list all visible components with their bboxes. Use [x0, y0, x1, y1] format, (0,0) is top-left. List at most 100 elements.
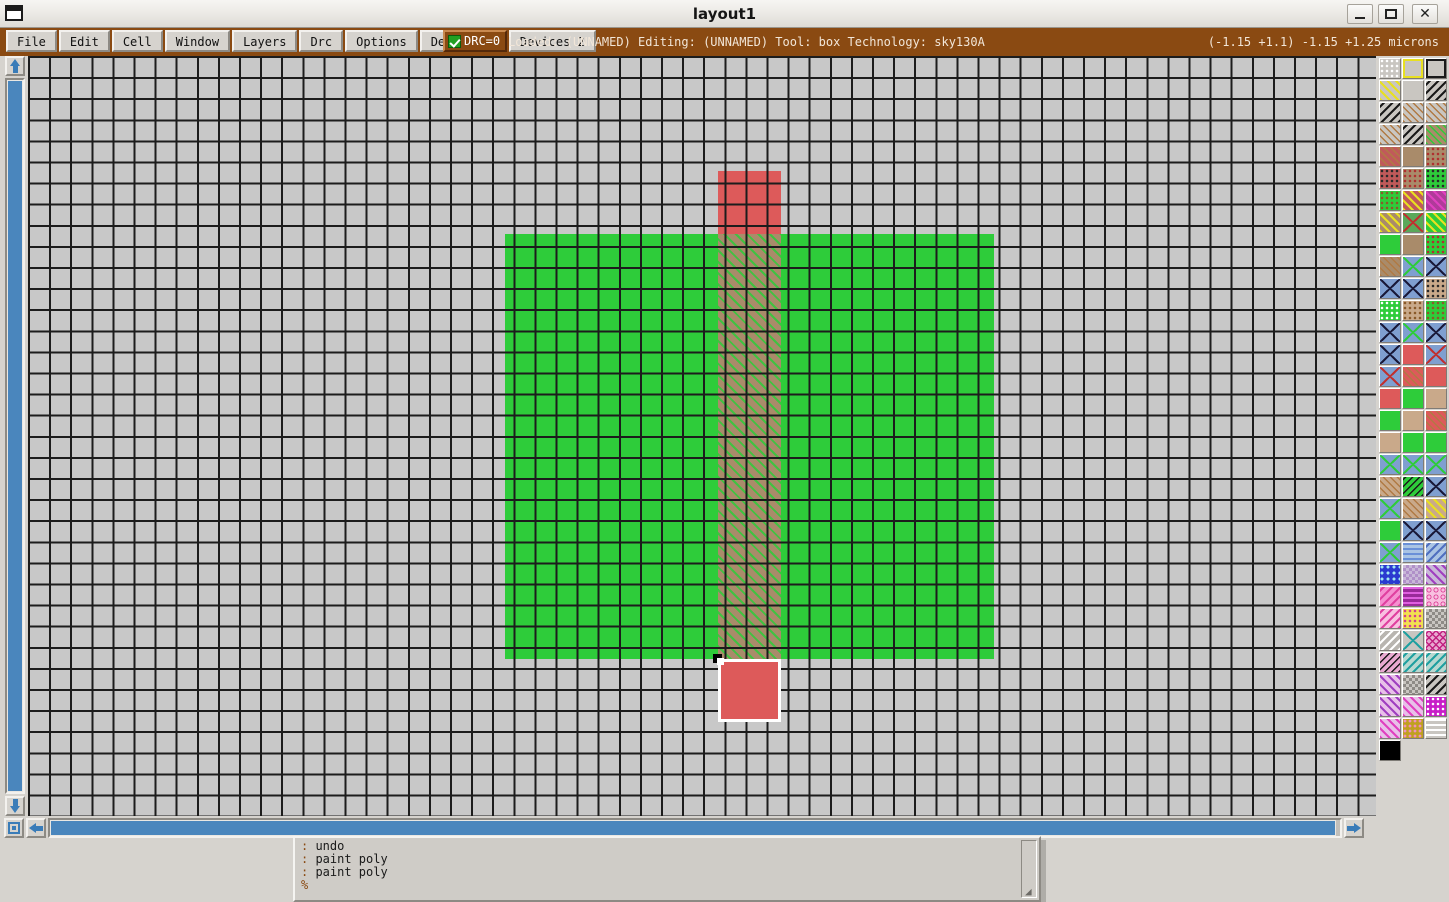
- layer-swatch-31[interactable]: [1402, 278, 1424, 299]
- layer-swatch-3[interactable]: [1379, 80, 1401, 101]
- layer-swatch-9[interactable]: [1379, 124, 1401, 145]
- tkcon-console-window[interactable]: : undo: paint poly: paint poly% ◢: [293, 836, 1041, 902]
- resize-grip-icon[interactable]: ◢: [1025, 886, 1037, 898]
- layer-swatch-93[interactable]: [1379, 740, 1401, 761]
- layer-swatch-40[interactable]: [1402, 344, 1424, 365]
- layer-swatch-50[interactable]: [1425, 410, 1447, 431]
- layer-swatch-87[interactable]: [1379, 696, 1401, 717]
- vertical-scroll-track[interactable]: [5, 78, 25, 794]
- layer-swatch-44[interactable]: [1425, 366, 1447, 387]
- layer-swatch-52[interactable]: [1402, 432, 1424, 453]
- layer-swatch-35[interactable]: [1425, 300, 1447, 321]
- layer-swatch-20[interactable]: [1425, 190, 1447, 211]
- layer-swatch-10[interactable]: [1402, 124, 1424, 145]
- layer-swatch-41[interactable]: [1425, 344, 1447, 365]
- poly-contact-top-shape[interactable]: [718, 171, 781, 234]
- layer-swatch-78[interactable]: [1379, 630, 1401, 651]
- layer-swatch-84[interactable]: [1379, 674, 1401, 695]
- layer-swatch-56[interactable]: [1425, 454, 1447, 475]
- layer-swatch-27[interactable]: [1379, 256, 1401, 277]
- view-home-button[interactable]: [4, 818, 24, 838]
- layer-swatch-22[interactable]: [1402, 212, 1424, 233]
- layer-swatch-18[interactable]: [1379, 190, 1401, 211]
- layer-swatch-92[interactable]: [1425, 718, 1447, 739]
- layer-swatch-25[interactable]: [1402, 234, 1424, 255]
- drc-status-toggle[interactable]: DRC=0: [443, 30, 508, 52]
- layer-swatch-48[interactable]: [1379, 410, 1401, 431]
- layer-swatch-55[interactable]: [1402, 454, 1424, 475]
- layer-swatch-14[interactable]: [1425, 146, 1447, 167]
- layer-swatch-17[interactable]: [1425, 168, 1447, 189]
- layer-swatch-33[interactable]: [1379, 300, 1401, 321]
- layer-swatch-82[interactable]: [1402, 652, 1424, 673]
- layer-swatch-81[interactable]: [1379, 652, 1401, 673]
- horizontal-scroll-track[interactable]: [48, 818, 1342, 838]
- maximize-button[interactable]: [1378, 4, 1404, 24]
- layer-swatch-19[interactable]: [1402, 190, 1424, 211]
- layer-swatch-23[interactable]: [1425, 212, 1447, 233]
- layer-swatch-88[interactable]: [1402, 696, 1424, 717]
- layer-swatch-90[interactable]: [1379, 718, 1401, 739]
- layer-swatch-45[interactable]: [1379, 388, 1401, 409]
- scroll-left-button[interactable]: [26, 818, 46, 838]
- layout-canvas[interactable]: [28, 56, 1376, 816]
- layer-swatch-64[interactable]: [1402, 520, 1424, 541]
- layer-palette[interactable]: [1378, 56, 1449, 840]
- layer-swatch-49[interactable]: [1402, 410, 1424, 431]
- layer-swatch-43[interactable]: [1402, 366, 1424, 387]
- layer-swatch-72[interactable]: [1379, 586, 1401, 607]
- layer-swatch-79[interactable]: [1402, 630, 1424, 651]
- layer-swatch-53[interactable]: [1425, 432, 1447, 453]
- layer-swatch-32[interactable]: [1425, 278, 1447, 299]
- layer-swatch-75[interactable]: [1379, 608, 1401, 629]
- layer-swatch-0[interactable]: [1379, 58, 1401, 79]
- layer-swatch-13[interactable]: [1402, 146, 1424, 167]
- layer-swatch-62[interactable]: [1425, 498, 1447, 519]
- layer-swatch-7[interactable]: [1402, 102, 1424, 123]
- layer-swatch-60[interactable]: [1379, 498, 1401, 519]
- layer-swatch-16[interactable]: [1402, 168, 1424, 189]
- menu-item-file[interactable]: File: [6, 30, 57, 52]
- scroll-down-button[interactable]: [5, 796, 25, 816]
- layer-swatch-24[interactable]: [1379, 234, 1401, 255]
- layer-swatch-42[interactable]: [1379, 366, 1401, 387]
- vertical-scrollbar[interactable]: [4, 56, 26, 816]
- layer-swatch-11[interactable]: [1425, 124, 1447, 145]
- menu-item-window[interactable]: Window: [164, 30, 231, 52]
- vertical-scroll-thumb[interactable]: [7, 80, 23, 792]
- checkbox-checked-icon[interactable]: [448, 34, 461, 48]
- layer-swatch-36[interactable]: [1379, 322, 1401, 343]
- layer-swatch-21[interactable]: [1379, 212, 1401, 233]
- layer-swatch-61[interactable]: [1402, 498, 1424, 519]
- layer-swatch-77[interactable]: [1425, 608, 1447, 629]
- close-button[interactable]: ✕: [1412, 4, 1438, 24]
- layer-swatch-67[interactable]: [1402, 542, 1424, 563]
- layer-swatch-5[interactable]: [1425, 80, 1447, 101]
- layer-swatch-1[interactable]: [1402, 58, 1424, 79]
- poly-contact-bottom-shape-selected[interactable]: [718, 659, 781, 722]
- layer-swatch-54[interactable]: [1379, 454, 1401, 475]
- layer-swatch-71[interactable]: [1425, 564, 1447, 585]
- layer-swatch-29[interactable]: [1425, 256, 1447, 277]
- layer-swatch-39[interactable]: [1379, 344, 1401, 365]
- layer-swatch-89[interactable]: [1425, 696, 1447, 717]
- horizontal-scrollbar[interactable]: [4, 818, 1370, 838]
- menu-item-cell[interactable]: Cell: [111, 30, 163, 52]
- layer-swatch-26[interactable]: [1425, 234, 1447, 255]
- layer-swatch-83[interactable]: [1425, 652, 1447, 673]
- menu-item-layers[interactable]: Layers: [232, 30, 298, 52]
- horizontal-scroll-thumb[interactable]: [50, 820, 1336, 836]
- layer-swatch-58[interactable]: [1402, 476, 1424, 497]
- menu-item-drc[interactable]: Drc: [299, 30, 344, 52]
- layer-swatch-38[interactable]: [1425, 322, 1447, 343]
- layer-swatch-46[interactable]: [1402, 388, 1424, 409]
- layer-swatch-8[interactable]: [1425, 102, 1447, 123]
- layer-swatch-68[interactable]: [1425, 542, 1447, 563]
- minimize-button[interactable]: [1347, 4, 1373, 24]
- layer-swatch-28[interactable]: [1402, 256, 1424, 277]
- layer-swatch-70[interactable]: [1402, 564, 1424, 585]
- layer-swatch-37[interactable]: [1402, 322, 1424, 343]
- layer-swatch-91[interactable]: [1402, 718, 1424, 739]
- layer-swatch-34[interactable]: [1402, 300, 1424, 321]
- layer-swatch-6[interactable]: [1379, 102, 1401, 123]
